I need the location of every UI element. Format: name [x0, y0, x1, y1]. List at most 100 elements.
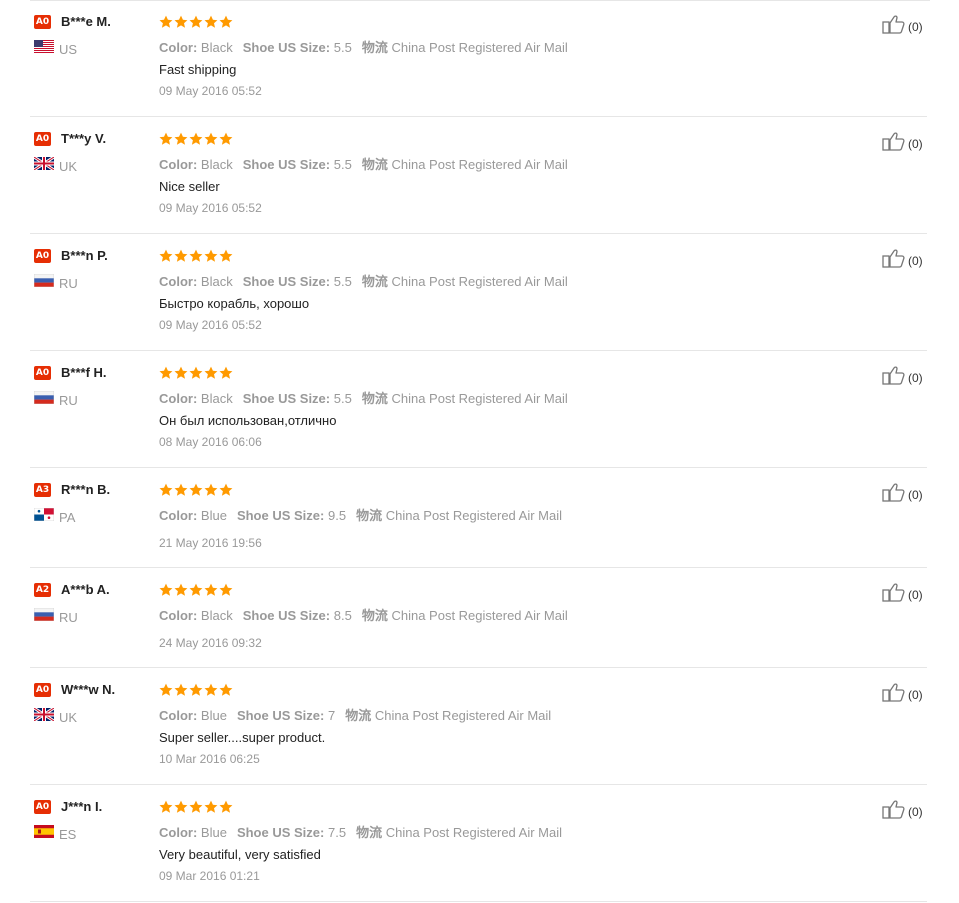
uk-flag-icon [34, 157, 54, 170]
star-icon [189, 583, 204, 601]
buyer-level-badge: A0 [34, 15, 51, 29]
color-value: Black [200, 274, 233, 289]
helpful-button[interactable]: (0) [882, 682, 923, 707]
buyer-level-badge: A3 [34, 483, 51, 497]
helpful-count: (0) [908, 487, 923, 502]
size-label: Shoe US Size: [236, 508, 325, 523]
star-icon [174, 132, 189, 150]
buyer-level-badge: A0 [34, 800, 51, 814]
shipping-method: China Post Registered Air Mail [374, 708, 552, 723]
color-label: Color: [159, 608, 198, 623]
thumbs-up-icon[interactable] [882, 365, 906, 390]
size-value: 7 [327, 708, 336, 723]
color-label: Color: [159, 274, 198, 289]
star-icon [219, 15, 234, 33]
buyer-country: RU [59, 610, 78, 625]
star-icon [204, 683, 219, 701]
star-icon [174, 366, 189, 384]
size-label: Shoe US Size: [242, 608, 331, 623]
star-icon [204, 132, 219, 150]
order-attributes: Color: Blue Shoe US Size: 7 物流 China Post … [159, 705, 561, 724]
star-icon [159, 683, 174, 701]
buyer-name: W***w N. [61, 682, 116, 697]
review-list: A0 B***e M. US Color: Black Shoe US Size: 5.… [0, 0, 959, 903]
thumbs-up-icon[interactable] [882, 482, 906, 507]
shipping-method: China Post Registered Air Mail [385, 825, 563, 840]
size-label: Shoe US Size: [242, 391, 331, 406]
thumbs-up-icon[interactable] [882, 131, 906, 156]
star-rating [159, 483, 234, 501]
star-rating [159, 683, 234, 701]
star-icon [219, 249, 234, 267]
size-value: 9.5 [327, 508, 347, 523]
size-value: 8.5 [333, 608, 352, 623]
star-icon [204, 366, 219, 384]
helpful-button[interactable]: (0) [882, 131, 923, 156]
shipping-method: China Post Registered Air Mail [391, 391, 568, 406]
size-label: Shoe US Size: [236, 708, 325, 723]
review-comment: Nice seller [159, 179, 220, 194]
review-item: A0 T***y V. UK Color: Black Shoe US Size: 5.… [30, 117, 927, 234]
size-value: 5.5 [333, 157, 352, 172]
star-icon [174, 583, 189, 601]
helpful-button[interactable]: (0) [882, 248, 923, 273]
helpful-count: (0) [908, 253, 923, 268]
color-label: Color: [159, 157, 198, 172]
star-rating [159, 800, 234, 818]
thumbs-up-icon[interactable] [882, 799, 906, 824]
buyer-name: T***y V. [61, 131, 107, 146]
size-label: Shoe US Size: [242, 40, 331, 55]
thumbs-up-icon[interactable] [882, 14, 906, 39]
helpful-button[interactable]: (0) [882, 14, 923, 39]
buyer-level-badge: A0 [34, 366, 51, 380]
review-date: 10 Mar 2016 06:25 [159, 752, 260, 766]
thumbs-up-icon[interactable] [882, 248, 906, 273]
ru-flag-icon [34, 274, 54, 287]
review-item: A0 J***n I. ES Color: Blue Shoe US Size: 7.5… [30, 785, 927, 902]
buyer-country: RU [59, 276, 78, 291]
helpful-button[interactable]: (0) [882, 582, 923, 607]
order-attributes: Color: Black Shoe US Size: 5.5 物流 China Po… [159, 154, 578, 173]
buyer-name: A***b A. [61, 582, 110, 597]
buyer-name: B***n P. [61, 248, 108, 263]
color-label: Color: [159, 825, 198, 840]
star-rating [159, 366, 234, 384]
buyer-country: UK [59, 159, 78, 174]
thumbs-up-icon[interactable] [882, 582, 906, 607]
review-comment: Он был использован,отлично [159, 413, 337, 428]
review-item: A0 B***e M. US Color: Black Shoe US Size: 5.… [30, 0, 927, 117]
color-value: Black [200, 40, 233, 55]
review-date: 09 May 2016 05:52 [159, 201, 262, 215]
order-attributes: Color: Black Shoe US Size: 5.5 物流 China Po… [159, 388, 578, 407]
star-icon [219, 132, 234, 150]
helpful-count: (0) [908, 370, 923, 385]
helpful-button[interactable]: (0) [882, 482, 923, 507]
star-icon [204, 15, 219, 33]
thumbs-up-icon[interactable] [882, 682, 906, 707]
es-flag-icon [34, 825, 54, 838]
star-icon [204, 800, 219, 818]
helpful-button[interactable]: (0) [882, 799, 923, 824]
review-date: 09 May 2016 05:52 [159, 318, 262, 332]
size-label: Shoe US Size: [242, 274, 331, 289]
logistics-label: 物流 [361, 391, 388, 406]
star-icon [189, 683, 204, 701]
review-comment: Super seller....super product. [159, 730, 326, 745]
star-icon [174, 249, 189, 267]
buyer-level-badge: A0 [34, 132, 51, 146]
star-icon [189, 249, 204, 267]
color-value: Black [200, 608, 233, 623]
review-date: 09 Mar 2016 01:21 [159, 869, 260, 883]
order-attributes: Color: Black Shoe US Size: 5.5 物流 China Po… [159, 271, 578, 290]
order-attributes: Color: Black Shoe US Size: 8.5 物流 China Po… [159, 605, 578, 624]
buyer-country: US [59, 42, 78, 57]
size-value: 5.5 [333, 274, 352, 289]
star-icon [219, 800, 234, 818]
star-icon [174, 15, 189, 33]
helpful-button[interactable]: (0) [882, 365, 923, 390]
star-icon [204, 249, 219, 267]
logistics-label: 物流 [345, 708, 372, 723]
helpful-count: (0) [908, 587, 923, 602]
color-value: Blue [200, 708, 227, 723]
ru-flag-icon [34, 391, 54, 404]
